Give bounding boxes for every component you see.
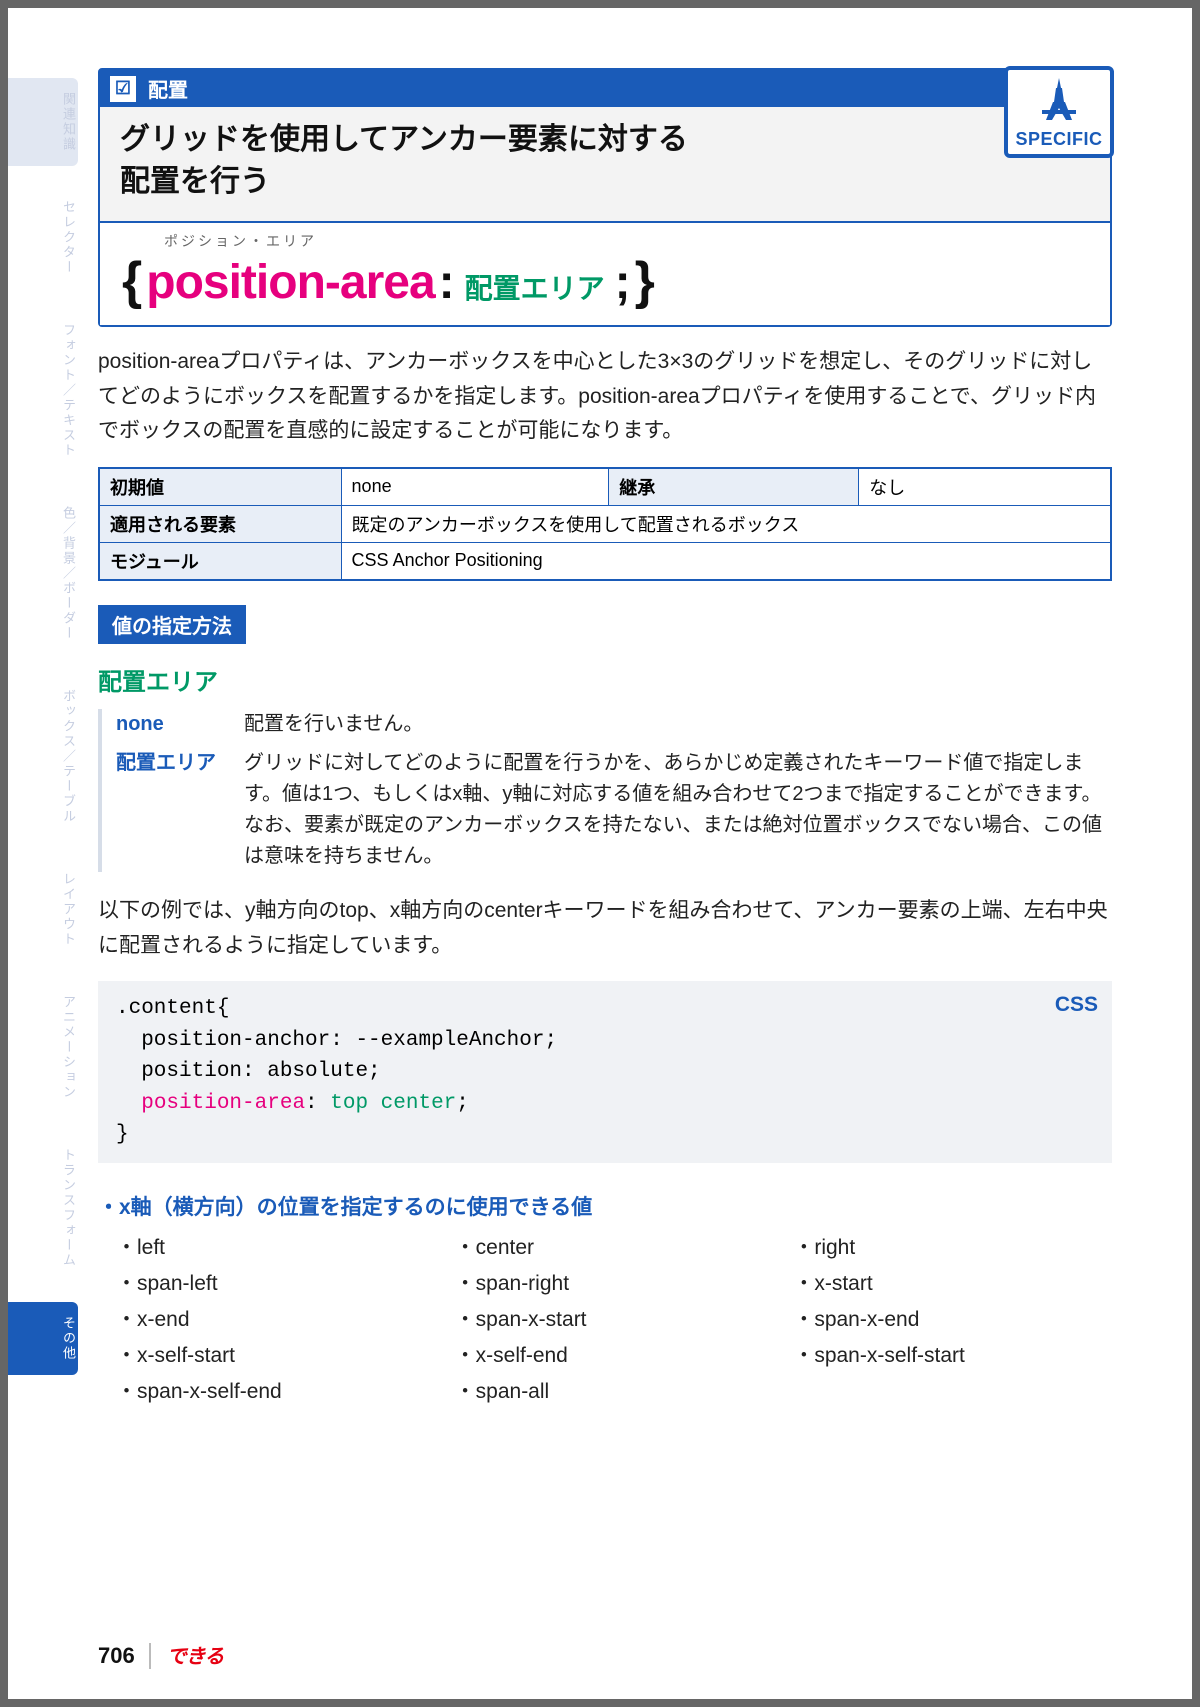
td-initial: none — [341, 468, 609, 506]
axis-value: span-right — [455, 1267, 774, 1297]
sidebar-tab[interactable]: 関連知識 — [8, 78, 78, 166]
axis-value: left — [116, 1231, 435, 1261]
intro-paragraph: position-areaプロパティは、アンカーボックスを中心とした3×3のグリ… — [98, 345, 1112, 449]
ruby-reading: ポジション・エリア — [164, 231, 1088, 251]
page-title: グリッドを使用してアンカー要素に対する 配置を行う — [100, 107, 1110, 221]
badge-label: SPECIFIC — [1012, 129, 1106, 150]
section-heading: 値の指定方法 — [98, 605, 246, 644]
axis-value: center — [455, 1231, 774, 1261]
table-row: 初期値 none 継承 なし — [99, 468, 1111, 506]
sidebar-tab-active[interactable]: その他 — [8, 1302, 78, 1375]
axis-value: span-x-end — [793, 1303, 1112, 1333]
eiffel-icon — [1012, 76, 1106, 129]
example-intro: 以下の例では、y軸方向のtop、x軸方向のcenterキーワードを組み合わせて、… — [98, 894, 1112, 963]
axis-value: x-start — [793, 1267, 1112, 1297]
sidebar-tab[interactable]: セレクター — [8, 186, 78, 289]
axis-value: span-left — [116, 1267, 435, 1297]
sidebar-tab[interactable]: トランスフォーム — [8, 1134, 78, 1282]
axis-value: x-self-end — [455, 1339, 774, 1369]
table-row: モジュール CSS Anchor Positioning — [99, 542, 1111, 580]
axis-value: span-x-self-start — [793, 1339, 1112, 1369]
page: 関連知識 セレクター フォント／テキスト 色／背景／ボーダー ボックス／テーブル… — [8, 8, 1192, 1699]
definition-term: 配置エリア — [116, 748, 226, 872]
th-module: モジュール — [99, 542, 341, 580]
semicolon: ; — [615, 255, 631, 310]
specific-badge: SPECIFIC — [1004, 66, 1114, 158]
sidebar-tab[interactable]: レイアウト — [8, 858, 78, 961]
code-line: .content{ — [116, 993, 1094, 1025]
property-table: 初期値 none 継承 なし 適用される要素 既定のアンカーボックスを使用して配… — [98, 467, 1112, 581]
definition-desc: グリッドに対してどのように配置を行うかを、あらかじめ定義されたキーワード値で指定… — [244, 748, 1112, 872]
page-number: 706 — [98, 1643, 151, 1669]
code-line: position: absolute; — [116, 1056, 1094, 1088]
definition-term: none — [116, 709, 226, 740]
brace-open: { — [122, 251, 142, 311]
value-placeholder: 配置エリア — [465, 267, 605, 307]
th-inherit: 継承 — [609, 468, 859, 506]
check-icon: ☑ — [110, 76, 136, 102]
td-module: CSS Anchor Positioning — [341, 542, 1111, 580]
code-line: } — [116, 1119, 1094, 1151]
definition-row: none 配置を行いません。 — [116, 709, 1112, 740]
brace-close: } — [635, 251, 655, 311]
definition-desc: 配置を行いません。 — [244, 709, 1112, 740]
sidebar-tab[interactable]: アニメーション — [8, 981, 78, 1114]
axis-value: span-x-self-end — [116, 1375, 435, 1405]
syntax-box: ポジション・エリア { position-area : 配置エリア ; } — [100, 221, 1110, 325]
axis-value: span-all — [455, 1375, 774, 1405]
x-axis-heading: ・x軸（横方向）の位置を指定するのに使用できる値 — [98, 1191, 1112, 1221]
th-initial: 初期値 — [99, 468, 341, 506]
subsection-heading: 配置エリア — [98, 662, 1112, 697]
axis-value: x-end — [116, 1303, 435, 1333]
axis-value: span-x-start — [455, 1303, 774, 1333]
property-header: ☑ 配置 SPECIFIC グリッドを使用してアンカー要素に対する 配置を行う … — [98, 68, 1112, 327]
property-name: position-area — [146, 255, 434, 310]
colon: : — [439, 255, 455, 310]
category-bar: ☑ 配置 — [100, 70, 1110, 107]
axis-value: right — [793, 1231, 1112, 1261]
axis-value: x-self-start — [116, 1339, 435, 1369]
code-language-label: CSS — [1055, 989, 1098, 1021]
sidebar-tab[interactable]: 色／背景／ボーダー — [8, 492, 78, 655]
table-row: 適用される要素 既定のアンカーボックスを使用して配置されるボックス — [99, 505, 1111, 542]
sidebar-tabs: 関連知識 セレクター フォント／テキスト 色／背景／ボーダー ボックス／テーブル… — [8, 78, 78, 1395]
definition-row: 配置エリア グリッドに対してどのように配置を行うかを、あらかじめ定義されたキーワ… — [116, 748, 1112, 872]
category-label: 配置 — [148, 74, 188, 103]
definition-list: none 配置を行いません。 配置エリア グリッドに対してどのように配置を行うか… — [98, 709, 1112, 872]
brand-logo: できる — [167, 1640, 224, 1669]
code-line: position-anchor: --exampleAnchor; — [116, 1025, 1094, 1057]
th-applies: 適用される要素 — [99, 505, 341, 542]
sidebar-tab[interactable]: フォント／テキスト — [8, 309, 78, 472]
x-axis-value-grid: left center right span-left span-right x… — [98, 1231, 1112, 1405]
td-applies: 既定のアンカーボックスを使用して配置されるボックス — [341, 505, 1111, 542]
code-line: position-area: top center; — [116, 1088, 1094, 1120]
td-inherit: なし — [859, 468, 1111, 506]
sidebar-tab[interactable]: ボックス／テーブル — [8, 675, 78, 838]
page-footer: 706 できる — [98, 1640, 223, 1669]
code-block: CSS .content{ position-anchor: --example… — [98, 981, 1112, 1163]
